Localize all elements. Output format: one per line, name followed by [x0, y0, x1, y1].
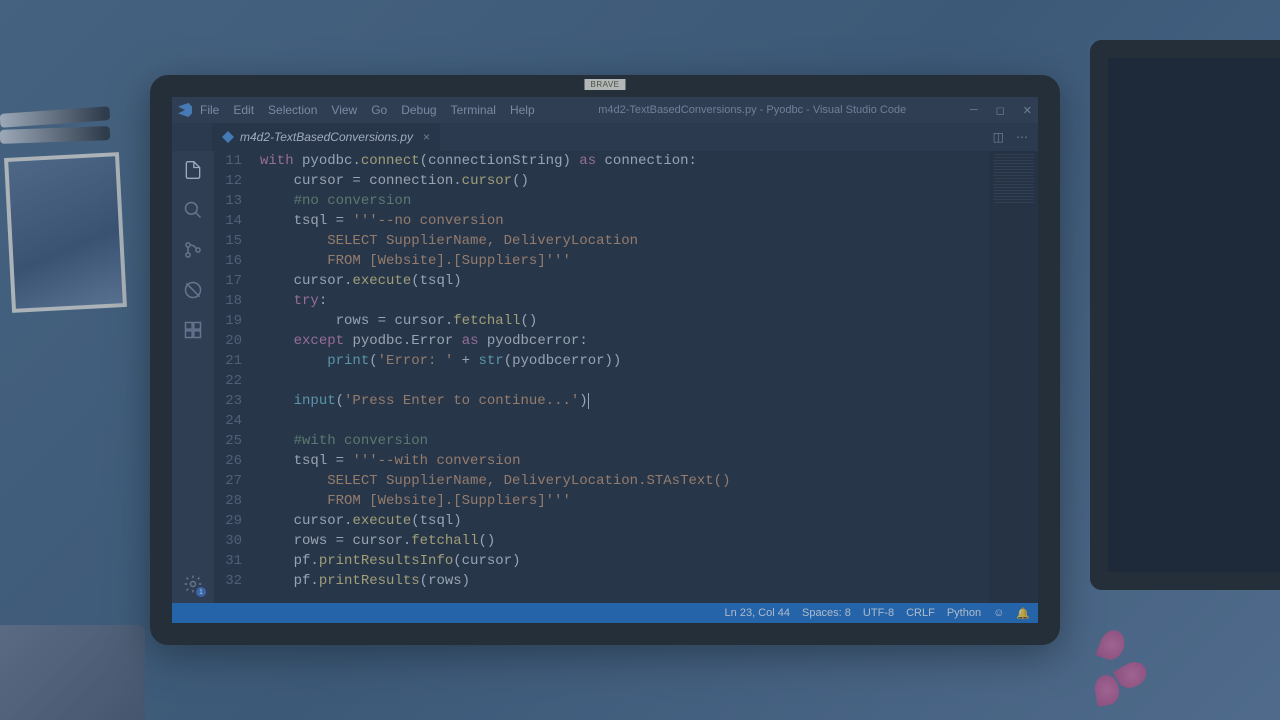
- window-title: m4d2-TextBasedConversions.py - Pyodbc - …: [535, 104, 970, 116]
- menu-terminal[interactable]: Terminal: [451, 103, 496, 117]
- line-number: 26: [214, 451, 242, 471]
- status-item[interactable]: UTF-8: [863, 607, 894, 620]
- code-editor[interactable]: 1112131415161718192021222324252627282930…: [214, 151, 1038, 603]
- code-line[interactable]: try:: [260, 291, 990, 311]
- status-item[interactable]: CRLF: [906, 607, 935, 620]
- line-number: 15: [214, 231, 242, 251]
- desk-markers: [0, 110, 120, 150]
- code-line[interactable]: [260, 371, 990, 391]
- close-button[interactable]: ✕: [1023, 104, 1032, 117]
- code-line[interactable]: print('Error: ' + str(pyodbcerror)): [260, 351, 990, 371]
- settings-gear-icon[interactable]: 1: [182, 573, 204, 595]
- status-item[interactable]: Ln 23, Col 44: [725, 607, 790, 620]
- code-line[interactable]: input('Press Enter to continue...'): [260, 391, 990, 411]
- maximize-button[interactable]: ◻: [996, 104, 1005, 117]
- line-number: 24: [214, 411, 242, 431]
- line-number: 23: [214, 391, 242, 411]
- menu-view[interactable]: View: [331, 103, 357, 117]
- code-line[interactable]: SELECT SupplierName, DeliveryLocation.ST…: [260, 471, 990, 491]
- code-line[interactable]: cursor.execute(tsql): [260, 511, 990, 531]
- code-line[interactable]: rows = cursor.fetchall(): [260, 311, 990, 331]
- menu-debug[interactable]: Debug: [401, 103, 436, 117]
- second-monitor: [1090, 40, 1280, 590]
- settings-badge: 1: [196, 587, 206, 597]
- tab-bar: m4d2-TextBasedConversions.py × ◫ ⋯: [172, 123, 1038, 151]
- menu-bar: File Edit Selection View Go Debug Terminal Help: [200, 103, 535, 117]
- line-number: 27: [214, 471, 242, 491]
- vscode-logo-icon: [178, 103, 192, 117]
- code-line[interactable]: rows = cursor.fetchall(): [260, 531, 990, 551]
- line-number: 11: [214, 151, 242, 171]
- editor-tab[interactable]: m4d2-TextBasedConversions.py ×: [212, 123, 440, 151]
- split-editor-icon[interactable]: ◫: [993, 130, 1004, 144]
- code-line[interactable]: tsql = '''--no conversion: [260, 211, 990, 231]
- editor-main: 1 11121314151617181920212223242526272829…: [172, 151, 1038, 603]
- menu-selection[interactable]: Selection: [268, 103, 317, 117]
- line-number: 18: [214, 291, 242, 311]
- code-content[interactable]: with pyodbc.connect(connectionString) as…: [256, 151, 990, 603]
- code-line[interactable]: #no conversion: [260, 191, 990, 211]
- line-number: 32: [214, 571, 242, 591]
- line-number: 13: [214, 191, 242, 211]
- search-icon[interactable]: [182, 199, 204, 221]
- primary-monitor: BRAVE File Edit Selection View Go Debug Termin…: [150, 75, 1060, 645]
- status-item[interactable]: Python: [947, 607, 981, 620]
- code-line[interactable]: FROM [Website].[Suppliers]''': [260, 251, 990, 271]
- line-number: 28: [214, 491, 242, 511]
- titlebar: File Edit Selection View Go Debug Terminal Help…: [172, 97, 1038, 123]
- line-number: 30: [214, 531, 242, 551]
- status-item[interactable]: 🔔: [1016, 607, 1030, 620]
- python-file-icon: [222, 131, 234, 143]
- webcam-sticker: BRAVE: [584, 79, 625, 90]
- tab-close-icon[interactable]: ×: [423, 130, 430, 144]
- extensions-icon[interactable]: [182, 319, 204, 341]
- line-number: 12: [214, 171, 242, 191]
- line-number: 25: [214, 431, 242, 451]
- tab-label: m4d2-TextBasedConversions.py: [240, 130, 413, 144]
- line-number: 16: [214, 251, 242, 271]
- desk-flower: [1090, 630, 1150, 710]
- laptop-corner: [0, 625, 145, 720]
- line-number-gutter: 1112131415161718192021222324252627282930…: [214, 151, 256, 603]
- debug-icon[interactable]: [182, 279, 204, 301]
- line-number: 31: [214, 551, 242, 571]
- activity-bar: 1: [172, 151, 214, 603]
- code-line[interactable]: FROM [Website].[Suppliers]''': [260, 491, 990, 511]
- desk-photo: [4, 152, 127, 313]
- explorer-icon[interactable]: [182, 159, 204, 181]
- code-line[interactable]: #with conversion: [260, 431, 990, 451]
- menu-help[interactable]: Help: [510, 103, 535, 117]
- code-line[interactable]: SELECT SupplierName, DeliveryLocation: [260, 231, 990, 251]
- vscode-window: File Edit Selection View Go Debug Terminal Help…: [172, 97, 1038, 623]
- line-number: 17: [214, 271, 242, 291]
- line-number: 19: [214, 311, 242, 331]
- line-number: 21: [214, 351, 242, 371]
- minimap[interactable]: [990, 151, 1038, 603]
- code-line[interactable]: with pyodbc.connect(connectionString) as…: [260, 151, 990, 171]
- status-bar: Ln 23, Col 44 Spaces: 8 UTF-8 CRLF Python ☺ 🔔: [172, 603, 1038, 623]
- code-line[interactable]: cursor = connection.cursor(): [260, 171, 990, 191]
- code-line[interactable]: except pyodbc.Error as pyodbcerror:: [260, 331, 990, 351]
- menu-file[interactable]: File: [200, 103, 219, 117]
- code-line[interactable]: tsql = '''--with conversion: [260, 451, 990, 471]
- line-number: 22: [214, 371, 242, 391]
- status-item[interactable]: Spaces: 8: [802, 607, 851, 620]
- status-item[interactable]: ☺: [993, 607, 1004, 620]
- code-line[interactable]: cursor.execute(tsql): [260, 271, 990, 291]
- code-line[interactable]: [260, 411, 990, 431]
- line-number: 14: [214, 211, 242, 231]
- line-number: 20: [214, 331, 242, 351]
- code-line[interactable]: pf.printResults(rows): [260, 571, 990, 591]
- code-line[interactable]: pf.printResultsInfo(cursor): [260, 551, 990, 571]
- source-control-icon[interactable]: [182, 239, 204, 261]
- line-number: 29: [214, 511, 242, 531]
- window-controls: ─ ◻ ✕: [970, 104, 1032, 117]
- menu-go[interactable]: Go: [371, 103, 387, 117]
- menu-edit[interactable]: Edit: [233, 103, 254, 117]
- minimize-button[interactable]: ─: [970, 104, 978, 117]
- more-actions-icon[interactable]: ⋯: [1016, 130, 1028, 144]
